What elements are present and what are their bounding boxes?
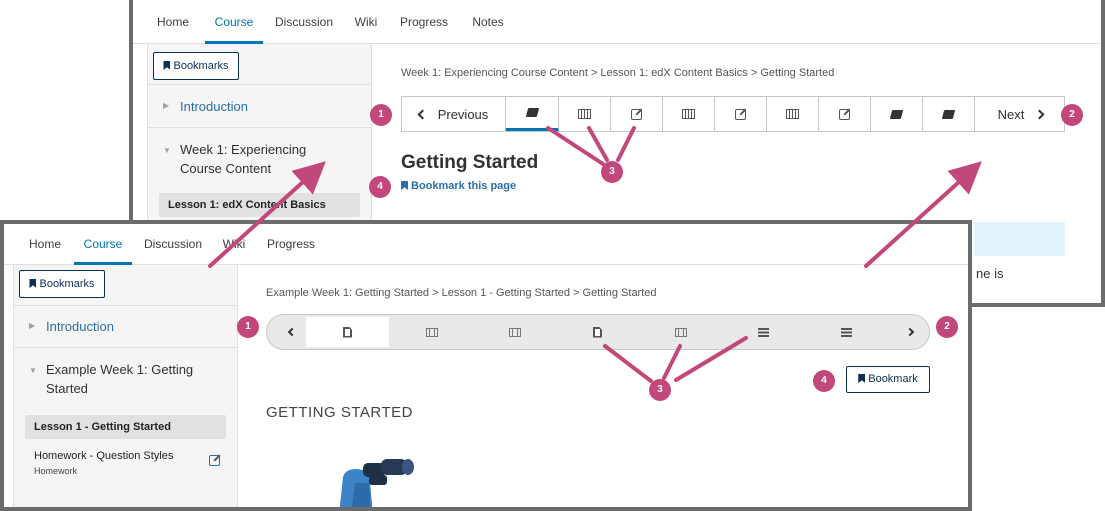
- line-callout3-a: [546, 126, 605, 166]
- annotation-arrows: [208, 126, 982, 383]
- arrow-next: [864, 161, 982, 268]
- arrow-sidebar: [208, 161, 326, 268]
- line-callout3-d: [603, 344, 653, 383]
- line-callout3-f: [674, 336, 748, 382]
- line-callout3-c: [616, 126, 636, 162]
- line-callout3-e: [662, 344, 682, 380]
